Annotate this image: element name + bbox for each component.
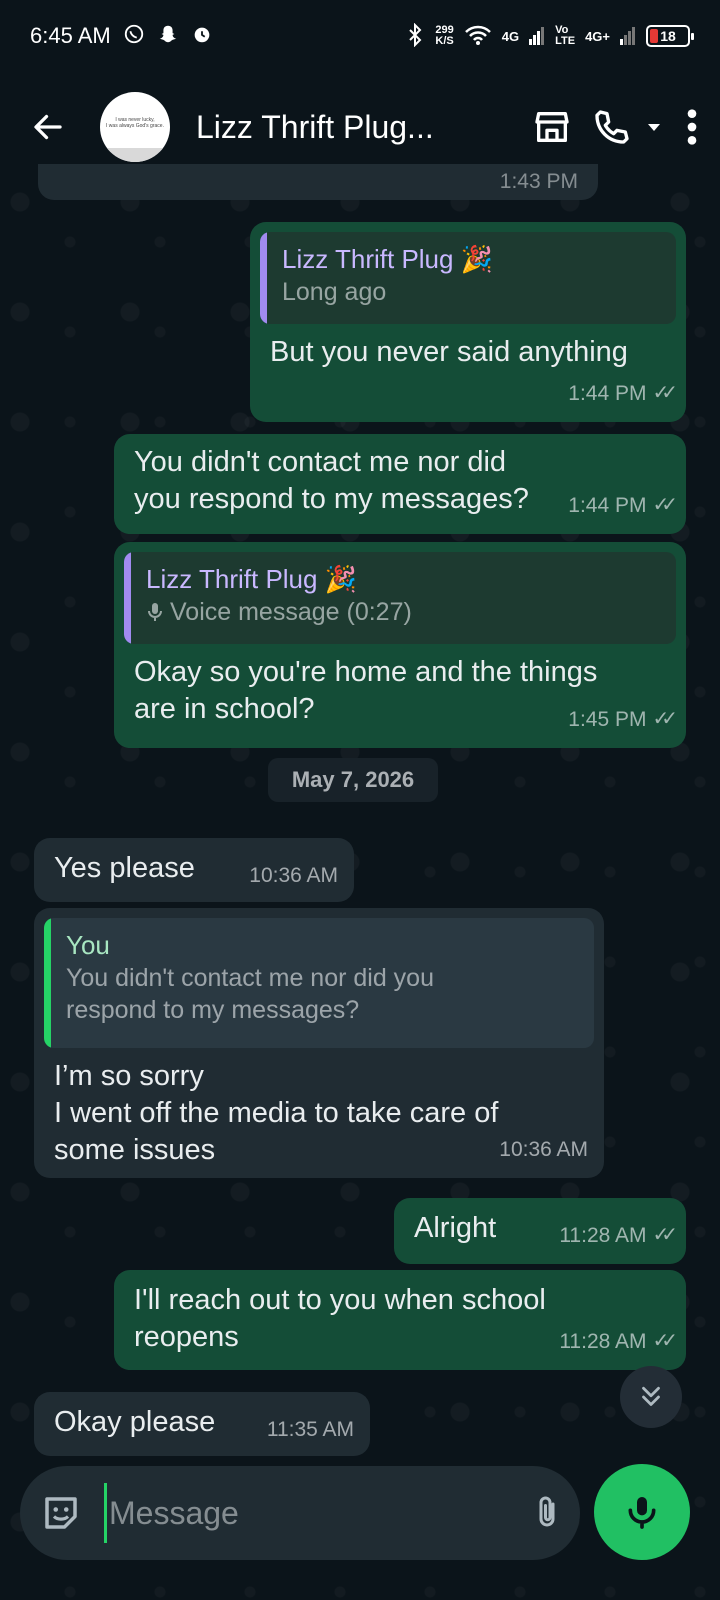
sticker-icon bbox=[45, 1497, 77, 1529]
message-input[interactable] bbox=[104, 1483, 529, 1543]
menu-button[interactable] bbox=[684, 99, 700, 155]
reply-quote[interactable]: You You didn't contact me nor did you re… bbox=[44, 918, 594, 1048]
battery-level: 18 bbox=[660, 28, 676, 44]
catalog-button[interactable] bbox=[532, 99, 572, 155]
paperclip-icon bbox=[539, 1496, 555, 1527]
reply-quote[interactable]: Lizz Thrift Plug 🎉 Long ago bbox=[260, 232, 676, 324]
phone-icon bbox=[595, 110, 629, 144]
message-time: 11:35 AM bbox=[266, 1418, 354, 1441]
double-check-icon: ✓✓ bbox=[652, 1330, 677, 1352]
quote-author: You bbox=[66, 930, 110, 960]
message-time: 11:28 AM bbox=[559, 1330, 647, 1353]
signal-1-icon bbox=[529, 25, 545, 48]
microphone-icon bbox=[628, 1497, 656, 1529]
message-time: 1:44 PM bbox=[568, 494, 647, 517]
message-meta: 1:45 PM ✓✓ bbox=[568, 701, 678, 738]
message-time: 11:28 AM bbox=[559, 1224, 647, 1247]
quote-text: Voice message (0:27) bbox=[170, 598, 412, 626]
arrow-left-icon bbox=[34, 114, 62, 140]
status-time: 6:45 AM bbox=[30, 23, 111, 48]
storefront-icon bbox=[535, 112, 569, 142]
message-time: 10:36 AM bbox=[249, 864, 338, 887]
reply-quote[interactable]: Lizz Thrift Plug 🎉 Voice message (0:27) bbox=[124, 552, 676, 644]
message-meta: 11:35 AM bbox=[267, 1411, 354, 1448]
double-check-icon: ✓✓ bbox=[652, 382, 677, 404]
message-composer bbox=[20, 1466, 644, 1560]
avatar-caption: I was never lucky, I was always God's gr… bbox=[106, 117, 164, 129]
message-outgoing[interactable]: Lizz Thrift Plug 🎉 Voice message (0:27) … bbox=[114, 542, 686, 748]
quote-text: Long ago bbox=[282, 278, 387, 306]
quote-text: You didn't contact me nor did you respon… bbox=[66, 964, 434, 1024]
network-speed: 299 K/S bbox=[435, 25, 453, 47]
message-time: 1:43 PM bbox=[499, 170, 578, 193]
message-incoming[interactable]: You You didn't contact me nor did you re… bbox=[34, 908, 604, 1178]
battery-icon: 18 bbox=[646, 25, 694, 47]
message-meta: 1:44 PM ✓✓ bbox=[568, 487, 678, 524]
snapchat-icon bbox=[157, 23, 179, 50]
message-meta: 11:28 AM ✓✓ bbox=[559, 1217, 677, 1254]
attach-button[interactable] bbox=[529, 1492, 565, 1534]
whatsapp-icon bbox=[123, 23, 145, 50]
signal-2-label: 4G+ bbox=[585, 28, 610, 44]
double-check-icon: ✓✓ bbox=[652, 708, 677, 730]
message-outgoing[interactable]: I'll reach out to you when school reopen… bbox=[114, 1270, 686, 1370]
message-partial: 1:43 PM bbox=[38, 164, 598, 200]
message-outgoing[interactable]: Alright 11:28 AM ✓✓ bbox=[394, 1198, 686, 1264]
signal-2-icon bbox=[620, 25, 636, 48]
scroll-to-bottom-button[interactable] bbox=[620, 1366, 682, 1428]
message-time: 1:45 PM bbox=[568, 708, 647, 731]
message-meta: 10:36 AM bbox=[499, 1131, 588, 1168]
message-outgoing[interactable]: Lizz Thrift Plug 🎉 Long ago But you neve… bbox=[250, 222, 686, 422]
message-text: I'll reach out to you when school reopen… bbox=[134, 1284, 546, 1353]
message-time: 10:36 AM bbox=[499, 1138, 588, 1161]
sticker-button[interactable] bbox=[40, 1492, 82, 1534]
message-text: But you never said anything bbox=[270, 336, 628, 368]
message-text: Okay so you're home and the things are i… bbox=[134, 656, 598, 725]
voice-record-button[interactable] bbox=[594, 1464, 690, 1560]
status-bar: 6:45 AM 299 K/S 4G Vo LTE 4G+ 18 bbox=[0, 0, 720, 72]
double-check-icon: ✓✓ bbox=[652, 1224, 677, 1246]
quote-author: Lizz Thrift Plug 🎉 bbox=[146, 564, 358, 594]
avatar[interactable]: I was never lucky, I was always God's gr… bbox=[100, 92, 170, 162]
microphone-icon bbox=[148, 603, 162, 621]
alarm-icon bbox=[191, 23, 213, 50]
signal-1-label: 4G bbox=[501, 28, 520, 44]
message-incoming[interactable]: Okay please 11:35 AM bbox=[34, 1392, 370, 1456]
quote-voice: Voice message (0:27) bbox=[146, 596, 660, 628]
message-meta: 11:28 AM ✓✓ bbox=[559, 1323, 677, 1360]
message-text: I’m so sorry I went off the media to tak… bbox=[54, 1060, 499, 1166]
more-vertical-icon bbox=[687, 109, 697, 145]
double-check-icon: ✓✓ bbox=[652, 494, 677, 516]
date-separator: May 7, 2026 bbox=[268, 758, 438, 802]
message-text: You didn't contact me nor did you respon… bbox=[134, 446, 529, 515]
message-meta: 10:36 AM bbox=[249, 857, 338, 894]
network-speed-unit: K/S bbox=[435, 35, 454, 47]
chat-title[interactable]: Lizz Thrift Plug... bbox=[196, 109, 446, 146]
wifi-icon bbox=[464, 24, 492, 49]
message-time: 1:44 PM bbox=[568, 382, 647, 405]
volte-label: Vo LTE bbox=[555, 24, 576, 47]
message-outgoing[interactable]: You didn't contact me nor did you respon… bbox=[114, 434, 686, 534]
call-button[interactable] bbox=[592, 99, 664, 155]
quote-author: Lizz Thrift Plug 🎉 bbox=[282, 244, 494, 274]
bluetooth-icon bbox=[405, 22, 425, 50]
message-incoming[interactable]: Yes please 10:36 AM bbox=[34, 838, 354, 902]
caret-down-icon bbox=[648, 124, 660, 131]
message-meta: 1:44 PM ✓✓ bbox=[568, 375, 678, 412]
double-chevron-down-icon bbox=[642, 1386, 660, 1406]
back-button[interactable] bbox=[20, 99, 76, 155]
